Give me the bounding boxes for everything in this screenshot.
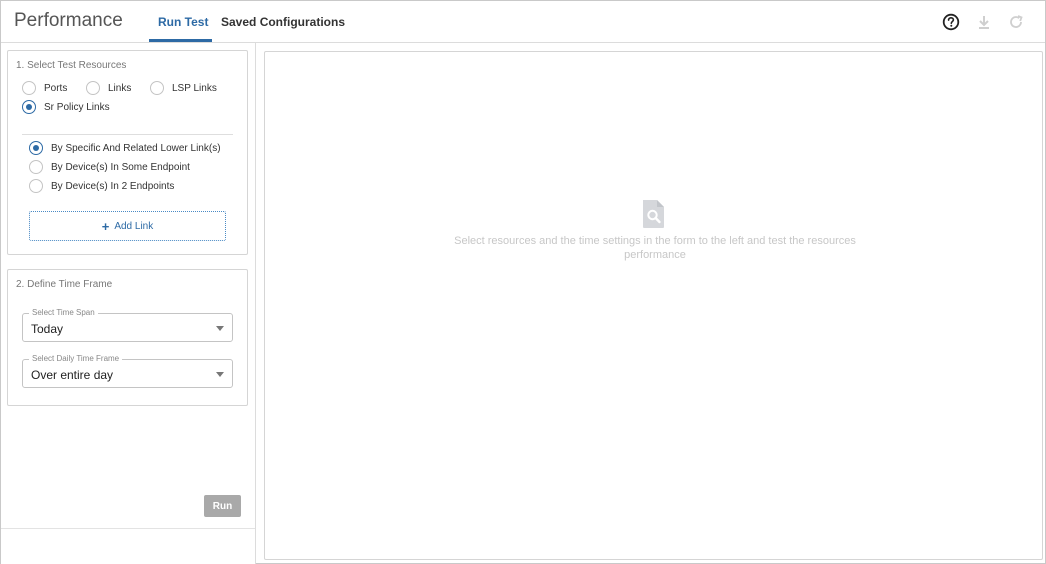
- radio-label: By Device(s) In Some Endpoint: [51, 161, 190, 173]
- plus-icon: +: [101, 218, 110, 234]
- caret-down-icon: [216, 326, 224, 331]
- add-link-button[interactable]: + Add Link: [29, 211, 226, 241]
- section-title: 1. Select Test Resources: [16, 60, 127, 71]
- radio-button-icon[interactable]: [86, 81, 100, 95]
- empty-state-message: Select resources and the time settings i…: [454, 235, 856, 261]
- app-window: Performance Run Test Saved Configuration…: [0, 0, 1046, 564]
- top-bar: Performance Run Test Saved Configuration…: [1, 1, 1045, 43]
- select-value: Over entire day: [31, 368, 114, 382]
- divider: [22, 134, 233, 135]
- radio-button-icon[interactable]: [29, 179, 43, 193]
- define-time-frame-section: 2. Define Time Frame Select Time Span To…: [7, 269, 248, 406]
- help-icon[interactable]: [942, 13, 960, 31]
- run-button[interactable]: Run: [204, 495, 241, 517]
- field-label: Select Daily Time Frame: [29, 354, 123, 363]
- radio-by-devices-some-endpoint[interactable]: By Device(s) In Some Endpoint: [29, 160, 190, 174]
- action-bar: [1, 528, 255, 564]
- configuration-panel: 1. Select Test Resources Ports Links LSP…: [1, 43, 256, 564]
- radio-button-icon[interactable]: [22, 100, 36, 114]
- radio-label: Links: [108, 82, 132, 94]
- add-link-label: Add Link: [114, 220, 154, 232]
- radio-label: By Device(s) In 2 Endpoints: [51, 180, 175, 192]
- document-search-icon: [643, 200, 664, 228]
- field-label: Select Time Span: [29, 308, 98, 317]
- tab-run-test[interactable]: Run Test: [158, 15, 208, 42]
- radio-button-icon[interactable]: [29, 141, 43, 155]
- radio-links[interactable]: Links: [86, 81, 131, 95]
- time-span-select[interactable]: Select Time Span Today: [22, 308, 233, 342]
- radio-by-specific-lower-links[interactable]: By Specific And Related Lower Link(s): [29, 141, 221, 155]
- select-test-resources-section: 1. Select Test Resources Ports Links LSP…: [7, 50, 248, 255]
- select-value: Today: [31, 322, 64, 336]
- radio-button-icon[interactable]: [29, 160, 43, 174]
- radio-button-icon[interactable]: [22, 81, 36, 95]
- download-icon[interactable]: [975, 13, 993, 31]
- radio-lsp-links[interactable]: LSP Links: [150, 81, 217, 95]
- active-tab-indicator: [149, 39, 212, 42]
- radio-sr-policy-links[interactable]: Sr Policy Links: [22, 100, 110, 114]
- tab-saved-configurations[interactable]: Saved Configurations: [221, 15, 345, 42]
- radio-ports[interactable]: Ports: [22, 81, 67, 95]
- results-panel: Select resources and the time settings i…: [264, 51, 1043, 560]
- radio-label: LSP Links: [172, 82, 217, 94]
- radio-label: Sr Policy Links: [44, 101, 110, 113]
- section-title: 2. Define Time Frame: [16, 279, 113, 290]
- caret-down-icon: [216, 372, 224, 377]
- radio-label: Ports: [44, 82, 68, 94]
- daily-time-frame-select[interactable]: Select Daily Time Frame Over entire day: [22, 354, 233, 388]
- radio-button-icon[interactable]: [150, 81, 164, 95]
- page-title: Performance: [14, 10, 123, 31]
- refresh-icon[interactable]: [1007, 13, 1025, 31]
- radio-label: By Specific And Related Lower Link(s): [51, 142, 221, 154]
- radio-by-devices-2-endpoints[interactable]: By Device(s) In 2 Endpoints: [29, 179, 174, 193]
